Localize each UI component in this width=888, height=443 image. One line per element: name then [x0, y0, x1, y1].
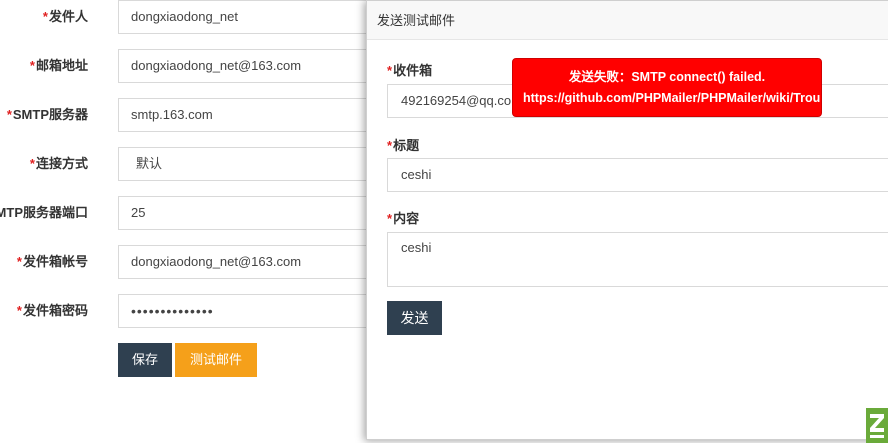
error-message: 发送失败：SMTP connect() failed.: [568, 70, 766, 84]
error-help-link[interactable]: https://github.com/PHPMailer/PHPMailer/w…: [523, 89, 821, 107]
smtp-server-label: *SMTP服务器: [6, 107, 88, 122]
sender-account-input[interactable]: dongxiaodong_net@163.com: [118, 245, 378, 279]
smtp-server-row: *SMTP服务器 smtp.163.com: [0, 98, 378, 132]
required-mark: *: [29, 58, 35, 73]
connection-type-label: *连接方式: [29, 156, 88, 171]
error-toast: 发送失败：SMTP connect() failed. https://gith…: [512, 58, 822, 117]
connection-type-select[interactable]: 默认: [118, 147, 378, 181]
connection-type-row: *连接方式 默认: [0, 147, 378, 181]
email-address-input[interactable]: dongxiaodong_net@163.com: [118, 49, 378, 83]
recipient-label: *收件箱: [387, 63, 433, 78]
sender-name-label: *发件人: [42, 9, 88, 24]
dialog-title: 发送测试邮件: [377, 13, 456, 28]
email-address-label: *邮箱地址: [29, 58, 88, 73]
email-address-row: *邮箱地址 dongxiaodong_net@163.com: [0, 49, 378, 83]
send-button[interactable]: 发送: [387, 301, 442, 335]
required-mark: *: [6, 107, 12, 122]
smtp-port-input[interactable]: 25: [118, 196, 378, 230]
required-mark: *: [387, 63, 393, 78]
test-email-button[interactable]: 测试邮件: [175, 343, 257, 377]
sender-password-label: *发件箱密码: [16, 303, 88, 318]
required-mark: *: [16, 303, 22, 318]
smtp-server-input[interactable]: smtp.163.com: [118, 98, 378, 132]
required-mark: *: [387, 211, 393, 226]
sender-name-row: *发件人 dongxiaodong_net: [0, 0, 378, 34]
site-logo-icon: [866, 408, 888, 443]
required-mark: *: [16, 254, 22, 269]
mail-settings-form: *发件人 dongxiaodong_net *邮箱地址 dongxiaodong…: [0, 0, 378, 443]
sender-account-row: *发件箱帐号 dongxiaodong_net@163.com: [0, 245, 378, 279]
smtp-port-row: SMTP服务器端口 25: [0, 196, 378, 230]
required-mark: *: [42, 9, 48, 24]
sender-password-row: *发件箱密码 ••••••••••••••: [0, 294, 378, 328]
dialog-header: 发送测试邮件: [367, 1, 888, 40]
required-mark: *: [29, 156, 35, 171]
save-button[interactable]: 保存: [118, 343, 172, 377]
subject-label: *标题: [387, 138, 420, 153]
smtp-port-label: SMTP服务器端口: [0, 205, 88, 220]
sender-password-input[interactable]: ••••••••••••••: [118, 294, 378, 328]
required-mark: *: [387, 138, 393, 153]
content-label: *内容: [387, 211, 420, 226]
content-textarea[interactable]: ceshi: [387, 232, 888, 287]
subject-input[interactable]: ceshi: [387, 158, 888, 192]
sender-name-input[interactable]: dongxiaodong_net: [118, 0, 378, 34]
sender-account-label: *发件箱帐号: [16, 254, 88, 269]
